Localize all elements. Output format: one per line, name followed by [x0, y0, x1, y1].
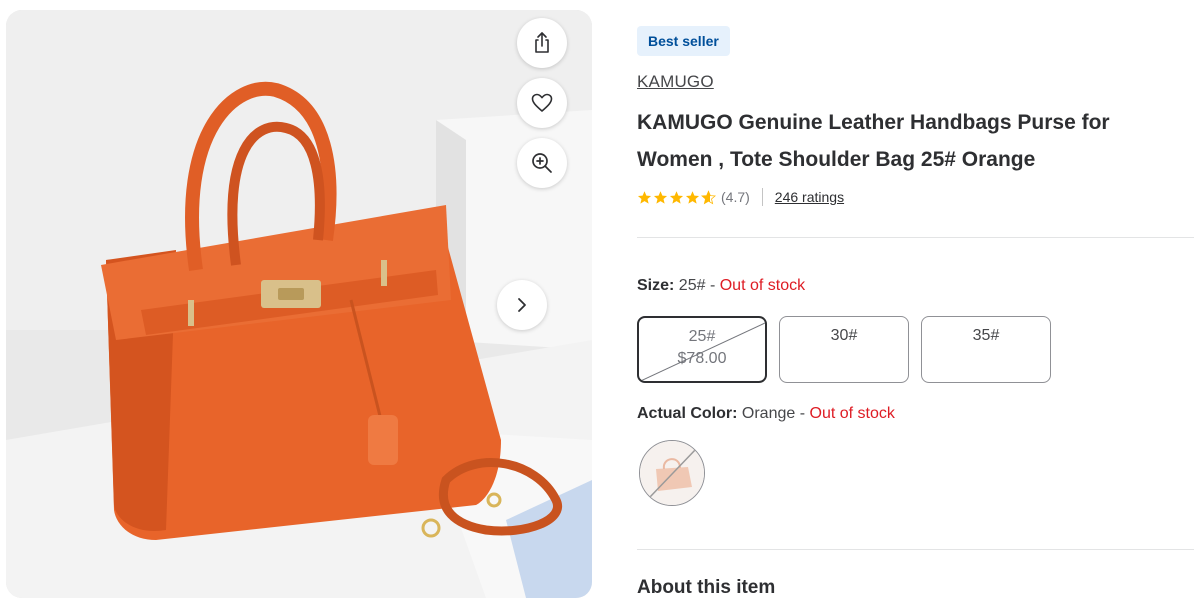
size-value: 25# [678, 277, 706, 294]
product-title: KAMUGO Genuine Leather Handbags Purse fo… [637, 111, 1110, 171]
size-option-label: 25# [688, 328, 716, 345]
chevron-right-icon [518, 298, 526, 312]
star-full-icon [669, 190, 684, 204]
rating-divider [761, 188, 763, 206]
star-full-icon [637, 190, 652, 204]
size-stock-status: Out of stock [719, 277, 806, 294]
size-option-25[interactable]: 25# $78.00 [637, 316, 767, 383]
heart-icon [531, 93, 553, 112]
brand-link[interactable]: KAMUGO [637, 72, 1194, 92]
color-stock-status: Out of stock [809, 405, 895, 422]
size-option-30[interactable]: 30# [779, 316, 909, 383]
color-separator: - [795, 405, 810, 422]
product-image-panel[interactable] [6, 10, 592, 598]
ratings-count-link[interactable]: 246 ratings [775, 189, 844, 205]
favorite-button[interactable] [517, 78, 567, 128]
section-divider [637, 237, 1194, 238]
color-swatch-orange[interactable] [639, 440, 705, 506]
next-image-button[interactable] [497, 280, 547, 330]
zoom-button[interactable] [517, 138, 567, 188]
star-half-icon [701, 189, 716, 204]
size-label-row: Size: 25# - Out of stock [637, 277, 805, 295]
rating-value: (4.7) [721, 189, 750, 205]
about-heading: About this item [637, 577, 776, 598]
size-separator: - [705, 277, 720, 294]
share-button[interactable] [517, 18, 567, 68]
color-label: Actual Color: [637, 405, 738, 422]
section-divider [637, 549, 1194, 550]
zoom-in-icon [532, 153, 552, 173]
size-option-label: 30# [830, 327, 858, 344]
color-value: Orange [741, 405, 796, 422]
size-option-label: 35# [972, 327, 1000, 344]
size-label: Size: [637, 277, 675, 294]
product-details: Best seller KAMUGO KAMUGO Genuine Leathe… [637, 26, 1194, 206]
best-seller-badge: Best seller [637, 26, 730, 56]
size-option-35[interactable]: 35# [921, 316, 1051, 383]
swatch-image [640, 441, 704, 505]
share-icon [535, 32, 549, 53]
star-full-icon [685, 190, 700, 204]
star-full-icon [653, 190, 668, 204]
color-label-row: Actual Color: Orange - Out of stock [637, 405, 895, 423]
size-options: 25# $78.00 30# 35# [637, 316, 1051, 383]
rating-row: (4.7) 246 ratings [637, 188, 1194, 206]
star-rating [637, 189, 716, 205]
